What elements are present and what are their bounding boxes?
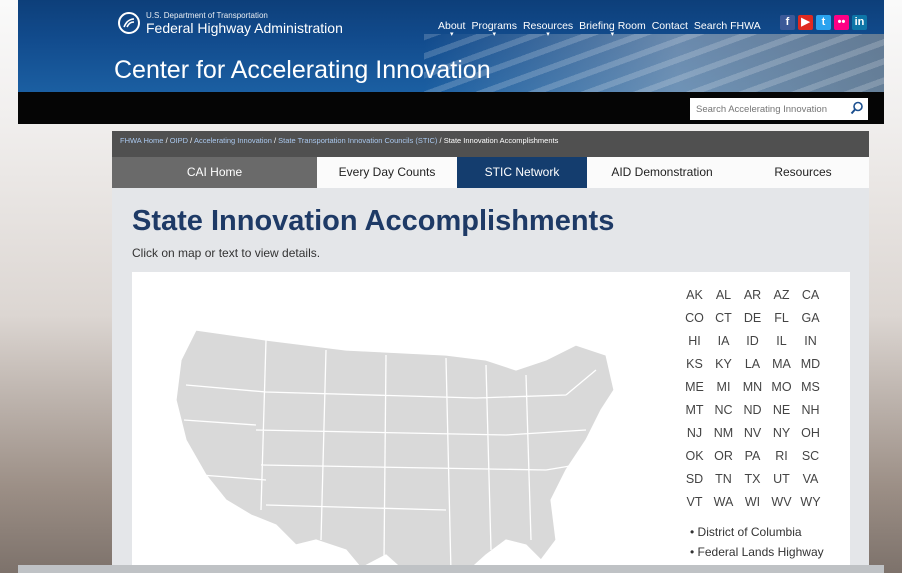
state-link-ca[interactable]: CA [796,287,825,304]
state-link-ar[interactable]: AR [738,287,767,304]
state-link-il[interactable]: IL [767,333,796,350]
twitter-icon[interactable]: t [816,15,831,30]
tab-aid-demonstration[interactable]: AID Demonstration [587,157,737,188]
nav-about[interactable]: About [438,20,465,32]
state-link-ak[interactable]: AK [680,287,709,304]
header-highway-banner [424,34,884,92]
state-link-nd[interactable]: ND [738,402,767,419]
state-link-vt[interactable]: VT [680,494,709,511]
agency-dept-label: U.S. Department of Transportation [146,11,268,20]
nav-resources[interactable]: Resources [523,20,573,32]
state-link-mn[interactable]: MN [738,379,767,396]
tab-resources[interactable]: Resources [737,157,869,188]
tab-stic-network[interactable]: STIC Network [457,157,587,188]
dot-logo-icon [118,12,140,34]
map-outline [175,329,615,573]
state-link-or[interactable]: OR [709,448,738,465]
nav-search-fhwa[interactable]: Search FHWA [694,20,761,32]
facebook-icon[interactable]: f [780,15,795,30]
youtube-icon[interactable]: ▶ [798,15,813,30]
state-link-co[interactable]: CO [680,310,709,327]
state-link-hi[interactable]: HI [680,333,709,350]
state-link-mi[interactable]: MI [709,379,738,396]
state-link-wi[interactable]: WI [738,494,767,511]
flickr-icon[interactable]: •• [834,15,849,30]
link-district-of-columbia[interactable]: • District of Columbia [690,522,824,542]
state-link-al[interactable]: AL [709,287,738,304]
state-link-mt[interactable]: MT [680,402,709,419]
state-link-nm[interactable]: NM [709,425,738,442]
state-link-tn[interactable]: TN [709,471,738,488]
state-link-pa[interactable]: PA [738,448,767,465]
state-link-sc[interactable]: SC [796,448,825,465]
state-link-ok[interactable]: OK [680,448,709,465]
social-links: f ▶ t •• in [780,15,867,30]
nav-programs[interactable]: Programs [471,20,517,32]
state-link-wv[interactable]: WV [767,494,796,511]
state-link-ia[interactable]: IA [709,333,738,350]
search-input[interactable] [696,101,840,117]
breadcrumb: FHWA Home / OIPD / Accelerating Innovati… [112,131,869,150]
state-link-ga[interactable]: GA [796,310,825,327]
state-link-nh[interactable]: NH [796,402,825,419]
state-link-nv[interactable]: NV [738,425,767,442]
page-title: State Innovation Accomplishments [132,205,615,237]
linkedin-icon[interactable]: in [852,15,867,30]
state-link-ut[interactable]: UT [767,471,796,488]
breadcrumb-oipd[interactable]: OIPD [170,136,188,145]
state-link-tx[interactable]: TX [738,471,767,488]
state-link-oh[interactable]: OH [796,425,825,442]
search-box [690,98,868,120]
state-link-nj[interactable]: NJ [680,425,709,442]
state-link-id[interactable]: ID [738,333,767,350]
state-link-wy[interactable]: WY [796,494,825,511]
agency-name: Federal Highway Administration [146,20,343,36]
us-states-map[interactable] [146,300,626,573]
nav-briefing-room[interactable]: Briefing Room [579,20,646,32]
tabs-divider [112,150,869,157]
state-link-ms[interactable]: MS [796,379,825,396]
state-link-sd[interactable]: SD [680,471,709,488]
tab-every-day-counts[interactable]: Every Day Counts [317,157,457,188]
nav-contact[interactable]: Contact [652,20,688,32]
search-icon[interactable] [850,101,864,120]
state-link-ne[interactable]: NE [767,402,796,419]
state-link-az[interactable]: AZ [767,287,796,304]
top-navigation: About Programs Resources Briefing Room C… [438,20,761,32]
state-link-ky[interactable]: KY [709,356,738,373]
breadcrumb-stic[interactable]: State Transportation Innovation Councils… [278,136,437,145]
state-link-va[interactable]: VA [796,471,825,488]
tab-cai-home[interactable]: CAI Home [112,157,317,188]
state-link-mo[interactable]: MO [767,379,796,396]
state-link-ny[interactable]: NY [767,425,796,442]
breadcrumb-current: State Innovation Accomplishments [443,136,559,145]
state-link-md[interactable]: MD [796,356,825,373]
breadcrumb-accelerating-innovation[interactable]: Accelerating Innovation [194,136,272,145]
link-district-of-columbia-label: District of Columbia [697,525,802,539]
state-link-ks[interactable]: KS [680,356,709,373]
state-code-list: AK AL AR AZ CA CO CT DE FL GA HI IA ID IL IN KS KY LA MA MD… [680,287,825,511]
state-link-nc[interactable]: NC [709,402,738,419]
link-federal-lands-highway-label: Federal Lands Highway [697,545,824,559]
state-link-ri[interactable]: RI [767,448,796,465]
state-link-de[interactable]: DE [738,310,767,327]
state-link-in[interactable]: IN [796,333,825,350]
state-link-wa[interactable]: WA [709,494,738,511]
site-title[interactable]: Center for Accelerating Innovation [114,56,491,85]
state-link-me[interactable]: ME [680,379,709,396]
extra-links: • District of Columbia • Federal Lands H… [690,522,824,562]
section-tabs: CAI Home Every Day Counts STIC Network A… [112,150,869,188]
state-link-ct[interactable]: CT [709,310,738,327]
breadcrumb-fhwa-home[interactable]: FHWA Home [120,136,163,145]
page-instructions: Click on map or text to view details. [132,246,321,260]
state-link-la[interactable]: LA [738,356,767,373]
state-link-fl[interactable]: FL [767,310,796,327]
link-federal-lands-highway[interactable]: • Federal Lands Highway [690,542,824,562]
state-link-ma[interactable]: MA [767,356,796,373]
site-header: U.S. Department of Transportation Federa… [18,0,884,92]
browser-bottom-edge [18,565,884,573]
